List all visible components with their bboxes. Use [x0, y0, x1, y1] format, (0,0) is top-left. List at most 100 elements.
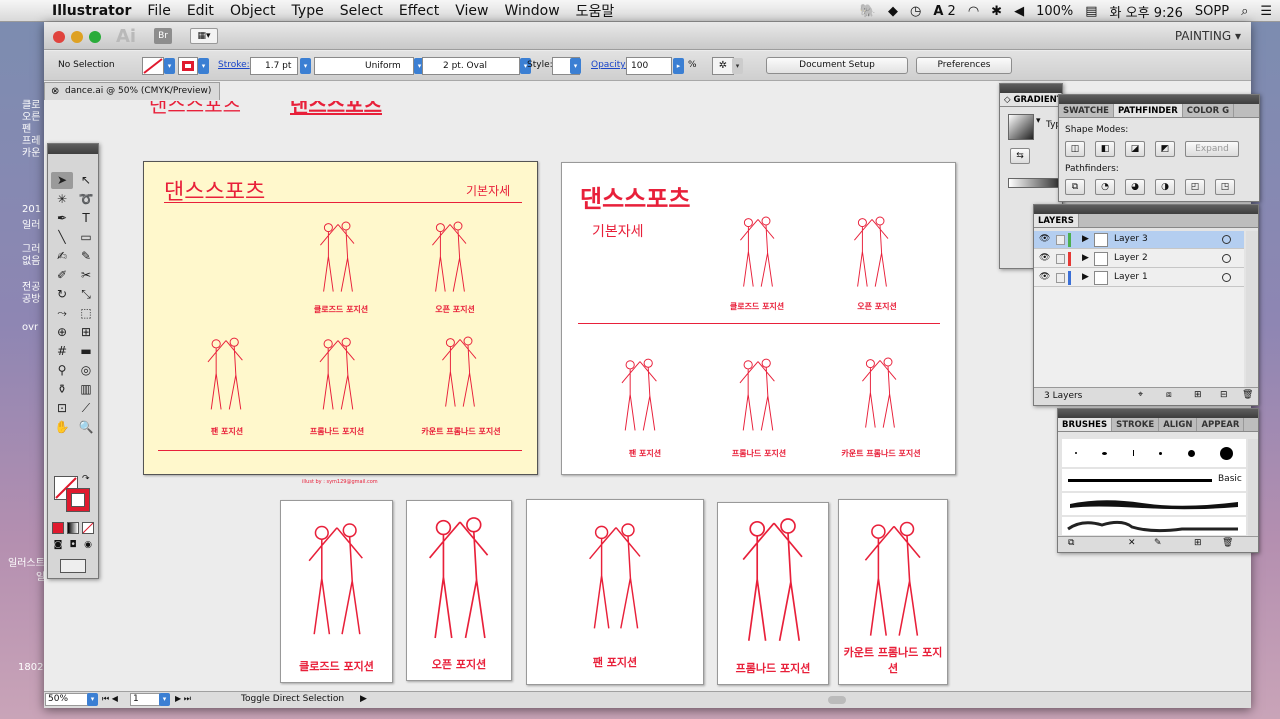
layer-name[interactable]: Layer 3 [1114, 231, 1148, 248]
layer-row[interactable]: 👁 ▶ Layer 1 [1034, 269, 1244, 287]
target-circle-icon[interactable] [1222, 254, 1231, 263]
swap-fill-stroke-icon[interactable]: ↷ [82, 474, 90, 484]
gradient-type-dropdown-icon[interactable]: ▾ [1036, 116, 1041, 126]
stroke-weight-dropdown[interactable]: ▾ [300, 58, 311, 74]
notification-icon[interactable]: ☰ [1260, 4, 1272, 19]
type-tool-icon[interactable]: T [75, 210, 97, 227]
merge-icon[interactable]: ◕ [1125, 179, 1145, 195]
lasso-tool-icon[interactable]: ➰ [75, 191, 97, 208]
zoom-button[interactable] [89, 31, 101, 43]
tab-stroke[interactable]: STROKE [1112, 418, 1160, 431]
lock-toggle[interactable] [1056, 235, 1065, 245]
menu-type[interactable]: Type [284, 3, 332, 19]
eyedropper-tool-icon[interactable]: ⚲ [51, 362, 73, 379]
menu-window[interactable]: Window [496, 3, 567, 19]
desktop-label[interactable]: ovr [22, 322, 38, 333]
document-setup-button[interactable]: Document Setup [766, 57, 908, 74]
tab-swatches[interactable]: SWATCHE [1059, 104, 1114, 117]
artboard-white[interactable]: 댄스스포츠 기본자세 클로즈드 포지션 오픈 포지션 팬 포지션 프롬나드 포지… [561, 162, 956, 475]
document-tab[interactable]: ⊗ dance.ai @ 50% (CMYK/Preview) [44, 82, 220, 100]
intersect-icon[interactable]: ◪ [1125, 141, 1145, 157]
unite-icon[interactable]: ◫ [1065, 141, 1085, 157]
menu-help[interactable]: 도움말 [568, 1, 623, 21]
menu-object[interactable]: Object [222, 3, 284, 19]
opacity-label[interactable]: Opacity: [591, 60, 628, 70]
panel-header[interactable] [1000, 84, 1062, 93]
pencil-tool-icon[interactable]: ✎ [75, 248, 97, 265]
layer-name[interactable]: Layer 1 [1114, 269, 1148, 286]
spotlight-icon[interactable]: ⌕ [1241, 4, 1248, 19]
menu-select[interactable]: Select [332, 3, 391, 19]
zoom-tool-icon[interactable]: 🔍 [75, 419, 97, 436]
variable-width-profile[interactable]: Uniform [314, 57, 414, 75]
color-mode-icon[interactable] [52, 522, 64, 534]
artboard-number-input[interactable]: 1 [130, 693, 160, 706]
evernote-icon[interactable]: 🐘 [860, 4, 876, 19]
volume-icon[interactable]: ◀ [1014, 4, 1024, 19]
desktop-label[interactable]: 공방 [22, 290, 40, 305]
expand-button[interactable]: Expand [1185, 141, 1239, 157]
basic-brush-row[interactable]: Basic [1062, 469, 1246, 491]
reverse-gradient-icon[interactable]: ⇆ [1010, 148, 1030, 164]
stroke-swatch[interactable] [66, 488, 90, 512]
card-closed[interactable]: 클로즈드 포지션 [280, 500, 393, 683]
make-clipping-mask-icon[interactable]: ⧈ [1166, 390, 1172, 400]
dropbox-icon[interactable]: ◆ [888, 4, 898, 19]
layer-name[interactable]: Layer 2 [1114, 250, 1148, 267]
status-menu-arrow[interactable]: ▶ [360, 694, 367, 704]
visibility-eye-icon[interactable]: 👁 [1039, 269, 1050, 286]
tab-pathfinder[interactable]: PATHFINDER [1114, 104, 1183, 117]
divide-icon[interactable]: ⧉ [1065, 179, 1085, 195]
target-circle-icon[interactable] [1222, 235, 1231, 244]
style-dropdown[interactable]: ▾ [570, 58, 581, 74]
hand-tool-icon[interactable]: ✋ [51, 419, 73, 436]
tab-gradient[interactable]: ◇ GRADIENT [1000, 93, 1062, 106]
perspective-grid-tool-icon[interactable]: ⊞ [75, 324, 97, 341]
fill-dropdown[interactable]: ▾ [164, 58, 175, 74]
symbol-sprayer-tool-icon[interactable]: ⚱ [51, 381, 73, 398]
desktop-label[interactable]: 카운 [22, 144, 40, 159]
artboard-dropdown[interactable]: ▾ [159, 693, 170, 706]
art-brush-ink[interactable] [1062, 517, 1246, 535]
blend-tool-icon[interactable]: ◎ [75, 362, 97, 379]
close-tab-icon[interactable]: ⊗ [51, 83, 59, 100]
artboard-tool-icon[interactable]: ⊡ [51, 400, 73, 417]
stroke-swatch[interactable] [178, 57, 198, 75]
card-counter-promenade[interactable]: 카운트 프롬나드 포지션 [838, 499, 948, 685]
card-open[interactable]: 오픈 포지션 [406, 500, 512, 681]
desktop-label[interactable]: 없음 [22, 252, 40, 267]
fill-stroke-control[interactable]: ↷ [52, 474, 96, 516]
delete-brush-icon[interactable]: 🗑 [1222, 538, 1233, 548]
tab-brushes[interactable]: BRUSHES [1058, 418, 1113, 431]
layer-row[interactable]: 👁 ▶ Layer 2 [1034, 250, 1244, 268]
expand-triangle-icon[interactable]: ▶ [1082, 250, 1089, 267]
layers-scrollbar[interactable] [1246, 231, 1258, 387]
column-graph-tool-icon[interactable]: ▥ [75, 381, 97, 398]
recolor-artwork-icon[interactable]: ✲ [712, 57, 734, 75]
gradient-mode-icon[interactable] [67, 522, 79, 534]
new-brush-icon[interactable]: ⊞ [1194, 538, 1202, 548]
scale-tool-icon[interactable]: ⤡ [75, 286, 97, 303]
clock-sync-icon[interactable]: ◷ [910, 4, 921, 19]
menu-app-name[interactable]: Illustrator [44, 3, 139, 19]
arrange-documents-button[interactable]: ▦▾ [190, 28, 218, 44]
trim-icon[interactable]: ◔ [1095, 179, 1115, 195]
brush-3pt-oval[interactable] [1102, 451, 1108, 455]
brush-10pt[interactable] [1220, 446, 1234, 460]
shape-builder-tool-icon[interactable]: ⊕ [51, 324, 73, 341]
tab-align[interactable]: ALIGN [1159, 418, 1198, 431]
magic-wand-tool-icon[interactable]: ✳ [51, 191, 73, 208]
desktop-label[interactable]: 일러 [22, 216, 40, 231]
mesh-tool-icon[interactable]: # [51, 343, 73, 360]
brush-flat[interactable] [1132, 450, 1134, 456]
expand-triangle-icon[interactable]: ▶ [1082, 269, 1089, 286]
stroke-weight-input[interactable]: 1.7 pt [250, 57, 298, 75]
selection-tool-icon[interactable]: ➤ [51, 172, 73, 189]
tab-appearance[interactable]: APPEAR [1197, 418, 1245, 431]
zoom-input[interactable]: 50% [45, 693, 89, 706]
screen-mode-icon[interactable] [60, 559, 86, 573]
user-name[interactable]: SOPP [1195, 4, 1229, 19]
desktop-label[interactable]: 201 [22, 204, 41, 215]
line-tool-icon[interactable]: ╲ [51, 229, 73, 246]
layer-row[interactable]: 👁 ▶ Layer 3 [1034, 231, 1244, 249]
